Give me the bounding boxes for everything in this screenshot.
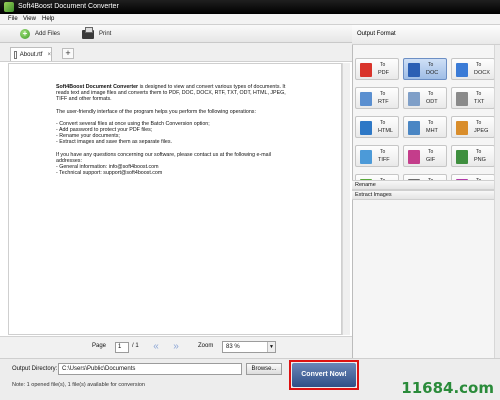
format-name-label: PNG [474, 157, 486, 163]
print-button[interactable]: Print [82, 26, 112, 40]
format-name-label: MHT [426, 128, 438, 134]
menu-help[interactable]: Help [42, 16, 54, 22]
format-button-txt[interactable]: To TXT [451, 87, 495, 109]
format-name-label: GIF [426, 157, 436, 163]
format-name-label: HTML [378, 128, 393, 134]
rename-label: Rename [355, 182, 376, 188]
printer-icon [82, 26, 94, 39]
rename-section[interactable]: Rename ▾ [352, 180, 500, 190]
docx-file-icon [456, 63, 468, 77]
txt-file-icon [456, 92, 468, 106]
title-bar: Soft4Boost Document Converter [0, 0, 500, 14]
chevron-down-icon[interactable]: ▼ [267, 342, 275, 352]
format-name-label: TIFF [378, 157, 390, 163]
print-label: Print [99, 31, 112, 37]
format-to-label: To [380, 62, 386, 68]
format-name-label: ODT [426, 99, 438, 105]
document-view[interactable]: Soft4Boost Document Converter is designe… [8, 63, 342, 335]
document-icon [14, 50, 17, 59]
jpeg-file-icon [456, 121, 468, 135]
doc-file-icon [408, 63, 420, 77]
page-label: Page [92, 343, 107, 349]
output-format-header: Output Format [352, 25, 500, 45]
format-to-label: To [428, 62, 434, 68]
page-total: / 1 [132, 343, 139, 349]
doc-ops-intro: The user-friendly interface of the progr… [56, 108, 256, 115]
format-button-odt[interactable]: To ODT [403, 87, 447, 109]
format-button-html[interactable]: To HTML [355, 116, 399, 138]
pdf-file-icon [360, 63, 372, 77]
doc-product-name: Soft4Boost Document Converter [56, 84, 139, 90]
window-title: Soft4Boost Document Converter [18, 3, 119, 10]
format-to-label: To [476, 91, 482, 97]
format-to-label: To [476, 149, 482, 155]
next-page-icon[interactable]: » [170, 341, 182, 353]
add-icon: + [20, 29, 30, 39]
format-to-label: To [380, 120, 386, 126]
extract-images-label: Extract Images [355, 192, 392, 198]
format-name-label: DOC [426, 70, 439, 76]
document-tabbar: About.rtf × + [0, 43, 352, 62]
format-name-label: DOCX [474, 70, 490, 76]
format-button-rtf[interactable]: To RTF [355, 87, 399, 109]
gif-file-icon [408, 150, 420, 164]
convert-now-button[interactable]: Convert Now! [292, 363, 356, 387]
zoom-label: Zoom [198, 343, 214, 349]
doc-op: - Extract images and save them as separa… [56, 139, 172, 146]
format-to-label: To [380, 149, 386, 155]
mht-file-icon [408, 121, 420, 135]
format-to-label: To [476, 120, 482, 126]
format-to-label: To [428, 91, 434, 97]
add-files-button[interactable]: + Add Files [20, 28, 60, 40]
pager-bar: Page 1 / 1 « » Zoom 83 % ▼ [0, 336, 352, 358]
output-directory-label: Output Directory: [12, 366, 58, 372]
document-content: Soft4Boost Document Converter is designe… [56, 84, 296, 182]
panel-scrollbar[interactable] [494, 45, 500, 358]
zoom-value: 83 % [226, 344, 240, 350]
doc-contact-intro: If you have any questions concerning our… [56, 151, 271, 164]
format-name-label: JPEG [474, 128, 489, 134]
extract-images-section[interactable]: Extract Images ▾ [352, 190, 500, 200]
format-button-tiff[interactable]: To TIFF [355, 145, 399, 167]
add-files-label: Add Files [35, 31, 61, 37]
format-button-mht[interactable]: To MHT [403, 116, 447, 138]
zoom-select[interactable]: 83 % ▼ [222, 341, 276, 353]
png-file-icon [456, 150, 468, 164]
output-directory-input[interactable]: C:\Users\Public\Documents [58, 363, 242, 375]
tab-about-rtf[interactable]: About.rtf × [10, 47, 52, 61]
format-button-gif[interactable]: To GIF [403, 145, 447, 167]
format-button-jpeg[interactable]: To JPEG [451, 116, 495, 138]
new-tab-button[interactable]: + [62, 48, 74, 59]
format-button-png[interactable]: To PNG [451, 145, 495, 167]
menu-bar: File View Help [0, 14, 500, 25]
format-button-pdf[interactable]: To PDF [355, 58, 399, 80]
previous-page-icon[interactable]: « [150, 341, 162, 353]
tab-label: About.rtf [19, 51, 43, 58]
tiff-file-icon [360, 150, 372, 164]
app-icon [4, 2, 14, 12]
format-name-label: TXT [474, 99, 485, 105]
page-input[interactable]: 1 [115, 342, 129, 353]
format-to-label: To [428, 149, 434, 155]
format-button-doc[interactable]: To DOC [403, 58, 447, 80]
menu-view[interactable]: View [23, 16, 36, 22]
rtf-file-icon [360, 92, 372, 106]
watermark: 11684.com [401, 379, 494, 397]
html-file-icon [360, 121, 372, 135]
status-note: Note: 1 opened file(s), 1 file(s) availa… [12, 382, 145, 388]
format-name-label: PDF [378, 70, 389, 76]
document-scrollbar[interactable] [342, 63, 350, 335]
format-button-docx[interactable]: To DOCX [451, 58, 495, 80]
odt-file-icon [408, 92, 420, 106]
format-to-label: To [476, 62, 482, 68]
doc-contact: - Technical support: support@soft4boost.… [56, 170, 163, 177]
format-name-label: RTF [378, 99, 389, 105]
close-tab-icon[interactable]: × [47, 52, 51, 58]
menu-file[interactable]: File [8, 16, 18, 22]
browse-button[interactable]: Browse... [246, 363, 282, 375]
format-to-label: To [380, 91, 386, 97]
output-format-title: Output Format [357, 31, 396, 37]
format-to-label: To [428, 120, 434, 126]
toolbar: + Add Files Print [0, 25, 352, 43]
